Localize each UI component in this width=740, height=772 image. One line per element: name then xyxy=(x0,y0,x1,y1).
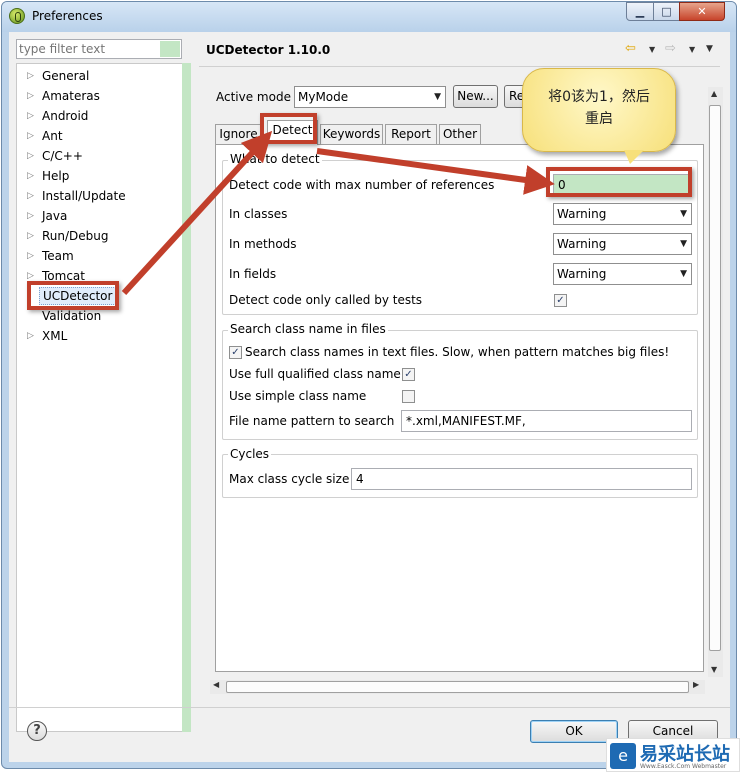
watermark-logo-icon: e xyxy=(610,743,636,769)
callout-line-1: 将0该为1，然后 xyxy=(548,89,650,105)
callout-line-2: 重启 xyxy=(585,111,613,127)
site-watermark: e 易采站长站 Www.Easck.Com Webmaster xyxy=(606,738,740,772)
watermark-subtext: Www.Easck.Com Webmaster xyxy=(640,763,727,770)
arrow-to-max-references xyxy=(316,148,555,195)
arrow-to-detect-tab xyxy=(121,130,273,296)
callout-tail xyxy=(624,150,644,164)
annotation-callout: 将0该为1，然后 重启 xyxy=(522,68,676,152)
